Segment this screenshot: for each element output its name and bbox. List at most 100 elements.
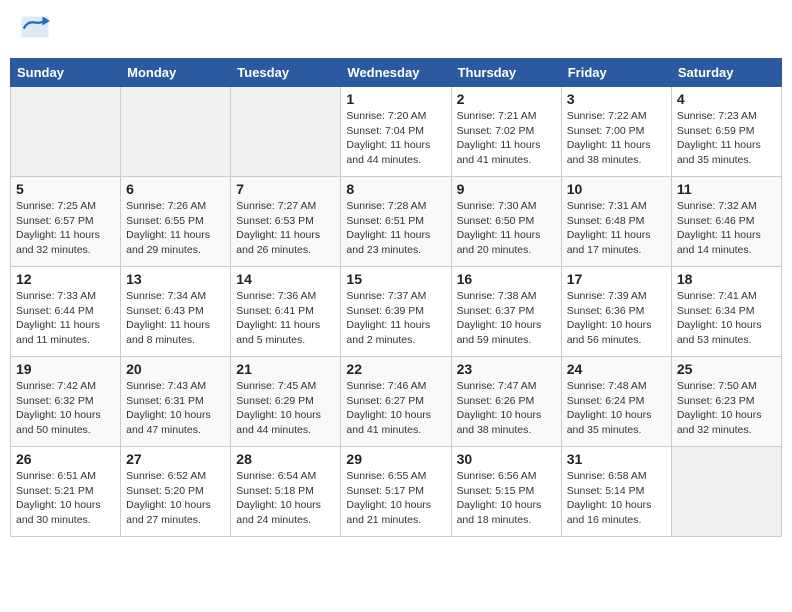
calendar-cell: 15 Sunrise: 7:37 AM Sunset: 6:39 PM Dayli…	[341, 267, 451, 357]
calendar-cell: 22Sunrise: 7:46 AM Sunset: 6:27 PM Dayli…	[341, 357, 451, 447]
day-of-week-header: Sunday	[11, 59, 121, 87]
day-number: 26	[16, 451, 115, 467]
calendar-cell: 25Sunrise: 7:50 AM Sunset: 6:23 PM Dayli…	[671, 357, 781, 447]
day-number: 30	[457, 451, 556, 467]
day-info: Sunrise: 7:37 AM Sunset: 6:39 PM Dayligh…	[346, 289, 445, 348]
day-number: 13	[126, 271, 225, 287]
calendar-cell: 11 Sunrise: 7:32 AM Sunset: 6:46 PM Dayli…	[671, 177, 781, 267]
day-info: Sunrise: 7:48 AM Sunset: 6:24 PM Dayligh…	[567, 379, 666, 438]
calendar-week-row: 5 Sunrise: 7:25 AM Sunset: 6:57 PM Daylig…	[11, 177, 782, 267]
logo	[20, 15, 54, 45]
day-info: Sunrise: 6:54 AM Sunset: 5:18 PM Dayligh…	[236, 469, 335, 528]
calendar-cell: 28 Sunrise: 6:54 AM Sunset: 5:18 PM Dayli…	[231, 447, 341, 537]
day-of-week-header: Saturday	[671, 59, 781, 87]
calendar-week-row: 26 Sunrise: 6:51 AM Sunset: 5:21 PM Dayli…	[11, 447, 782, 537]
calendar-cell: 18Sunrise: 7:41 AM Sunset: 6:34 PM Dayli…	[671, 267, 781, 357]
calendar-cell: 27Sunrise: 6:52 AM Sunset: 5:20 PM Dayli…	[121, 447, 231, 537]
calendar-cell: 12Sunrise: 7:33 AM Sunset: 6:44 PM Dayli…	[11, 267, 121, 357]
day-info: Sunrise: 7:36 AM Sunset: 6:41 PM Dayligh…	[236, 289, 335, 348]
day-number: 11	[677, 181, 776, 197]
calendar-cell: 9 Sunrise: 7:30 AM Sunset: 6:50 PM Daylig…	[451, 177, 561, 267]
day-number: 7	[236, 181, 335, 197]
day-number: 25	[677, 361, 776, 377]
day-info: Sunrise: 7:42 AM Sunset: 6:32 PM Dayligh…	[16, 379, 115, 438]
day-number: 1	[346, 91, 445, 107]
day-number: 15	[346, 271, 445, 287]
day-number: 2	[457, 91, 556, 107]
day-of-week-header: Thursday	[451, 59, 561, 87]
day-info: Sunrise: 7:47 AM Sunset: 6:26 PM Dayligh…	[457, 379, 556, 438]
day-info: Sunrise: 7:39 AM Sunset: 6:36 PM Dayligh…	[567, 289, 666, 348]
logo-icon	[20, 15, 50, 45]
day-number: 9	[457, 181, 556, 197]
day-number: 28	[236, 451, 335, 467]
calendar-cell: 21 Sunrise: 7:45 AM Sunset: 6:29 PM Dayli…	[231, 357, 341, 447]
day-number: 21	[236, 361, 335, 377]
calendar-cell: 31Sunrise: 6:58 AM Sunset: 5:14 PM Dayli…	[561, 447, 671, 537]
day-number: 4	[677, 91, 776, 107]
day-number: 27	[126, 451, 225, 467]
calendar-cell: 4 Sunrise: 7:23 AM Sunset: 6:59 PM Daylig…	[671, 87, 781, 177]
calendar-cell: 3Sunrise: 7:22 AM Sunset: 7:00 PM Daylig…	[561, 87, 671, 177]
calendar-cell: 5 Sunrise: 7:25 AM Sunset: 6:57 PM Daylig…	[11, 177, 121, 267]
day-number: 10	[567, 181, 666, 197]
day-info: Sunrise: 7:25 AM Sunset: 6:57 PM Dayligh…	[16, 199, 115, 258]
day-info: Sunrise: 7:41 AM Sunset: 6:34 PM Dayligh…	[677, 289, 776, 348]
day-number: 20	[126, 361, 225, 377]
calendar-cell: 14 Sunrise: 7:36 AM Sunset: 6:41 PM Dayli…	[231, 267, 341, 357]
calendar-header-row: SundayMondayTuesdayWednesdayThursdayFrid…	[11, 59, 782, 87]
calendar-week-row: 1 Sunrise: 7:20 AM Sunset: 7:04 PM Daylig…	[11, 87, 782, 177]
calendar-cell: 24Sunrise: 7:48 AM Sunset: 6:24 PM Dayli…	[561, 357, 671, 447]
day-info: Sunrise: 7:22 AM Sunset: 7:00 PM Dayligh…	[567, 109, 666, 168]
calendar-cell: 6 Sunrise: 7:26 AM Sunset: 6:55 PM Daylig…	[121, 177, 231, 267]
day-number: 29	[346, 451, 445, 467]
day-info: Sunrise: 7:26 AM Sunset: 6:55 PM Dayligh…	[126, 199, 225, 258]
page-header	[10, 10, 782, 50]
day-number: 19	[16, 361, 115, 377]
day-info: Sunrise: 7:23 AM Sunset: 6:59 PM Dayligh…	[677, 109, 776, 168]
calendar-cell: 26 Sunrise: 6:51 AM Sunset: 5:21 PM Dayli…	[11, 447, 121, 537]
day-info: Sunrise: 7:45 AM Sunset: 6:29 PM Dayligh…	[236, 379, 335, 438]
day-number: 23	[457, 361, 556, 377]
day-number: 17	[567, 271, 666, 287]
day-number: 16	[457, 271, 556, 287]
calendar: SundayMondayTuesdayWednesdayThursdayFrid…	[10, 58, 782, 537]
day-info: Sunrise: 7:46 AM Sunset: 6:27 PM Dayligh…	[346, 379, 445, 438]
day-info: Sunrise: 6:56 AM Sunset: 5:15 PM Dayligh…	[457, 469, 556, 528]
day-number: 8	[346, 181, 445, 197]
day-number: 12	[16, 271, 115, 287]
day-info: Sunrise: 7:38 AM Sunset: 6:37 PM Dayligh…	[457, 289, 556, 348]
day-info: Sunrise: 7:27 AM Sunset: 6:53 PM Dayligh…	[236, 199, 335, 258]
day-info: Sunrise: 7:31 AM Sunset: 6:48 PM Dayligh…	[567, 199, 666, 258]
calendar-cell: 2 Sunrise: 7:21 AM Sunset: 7:02 PM Daylig…	[451, 87, 561, 177]
day-of-week-header: Wednesday	[341, 59, 451, 87]
day-number: 31	[567, 451, 666, 467]
day-of-week-header: Monday	[121, 59, 231, 87]
day-info: Sunrise: 7:43 AM Sunset: 6:31 PM Dayligh…	[126, 379, 225, 438]
calendar-cell	[671, 447, 781, 537]
day-info: Sunrise: 7:20 AM Sunset: 7:04 PM Dayligh…	[346, 109, 445, 168]
calendar-cell: 30 Sunrise: 6:56 AM Sunset: 5:15 PM Dayli…	[451, 447, 561, 537]
day-number: 6	[126, 181, 225, 197]
calendar-cell: 17 Sunrise: 7:39 AM Sunset: 6:36 PM Dayli…	[561, 267, 671, 357]
day-info: Sunrise: 6:51 AM Sunset: 5:21 PM Dayligh…	[16, 469, 115, 528]
calendar-cell: 29Sunrise: 6:55 AM Sunset: 5:17 PM Dayli…	[341, 447, 451, 537]
calendar-week-row: 19 Sunrise: 7:42 AM Sunset: 6:32 PM Dayli…	[11, 357, 782, 447]
day-info: Sunrise: 7:34 AM Sunset: 6:43 PM Dayligh…	[126, 289, 225, 348]
day-info: Sunrise: 7:30 AM Sunset: 6:50 PM Dayligh…	[457, 199, 556, 258]
calendar-cell	[11, 87, 121, 177]
day-number: 14	[236, 271, 335, 287]
day-info: Sunrise: 7:21 AM Sunset: 7:02 PM Dayligh…	[457, 109, 556, 168]
calendar-cell: 8Sunrise: 7:28 AM Sunset: 6:51 PM Daylig…	[341, 177, 451, 267]
calendar-cell: 19 Sunrise: 7:42 AM Sunset: 6:32 PM Dayli…	[11, 357, 121, 447]
calendar-week-row: 12Sunrise: 7:33 AM Sunset: 6:44 PM Dayli…	[11, 267, 782, 357]
calendar-cell: 23 Sunrise: 7:47 AM Sunset: 6:26 PM Dayli…	[451, 357, 561, 447]
calendar-cell: 13 Sunrise: 7:34 AM Sunset: 6:43 PM Dayli…	[121, 267, 231, 357]
calendar-cell	[121, 87, 231, 177]
day-info: Sunrise: 7:32 AM Sunset: 6:46 PM Dayligh…	[677, 199, 776, 258]
calendar-cell: 20 Sunrise: 7:43 AM Sunset: 6:31 PM Dayli…	[121, 357, 231, 447]
calendar-cell: 7 Sunrise: 7:27 AM Sunset: 6:53 PM Daylig…	[231, 177, 341, 267]
day-number: 5	[16, 181, 115, 197]
day-of-week-header: Friday	[561, 59, 671, 87]
day-of-week-header: Tuesday	[231, 59, 341, 87]
